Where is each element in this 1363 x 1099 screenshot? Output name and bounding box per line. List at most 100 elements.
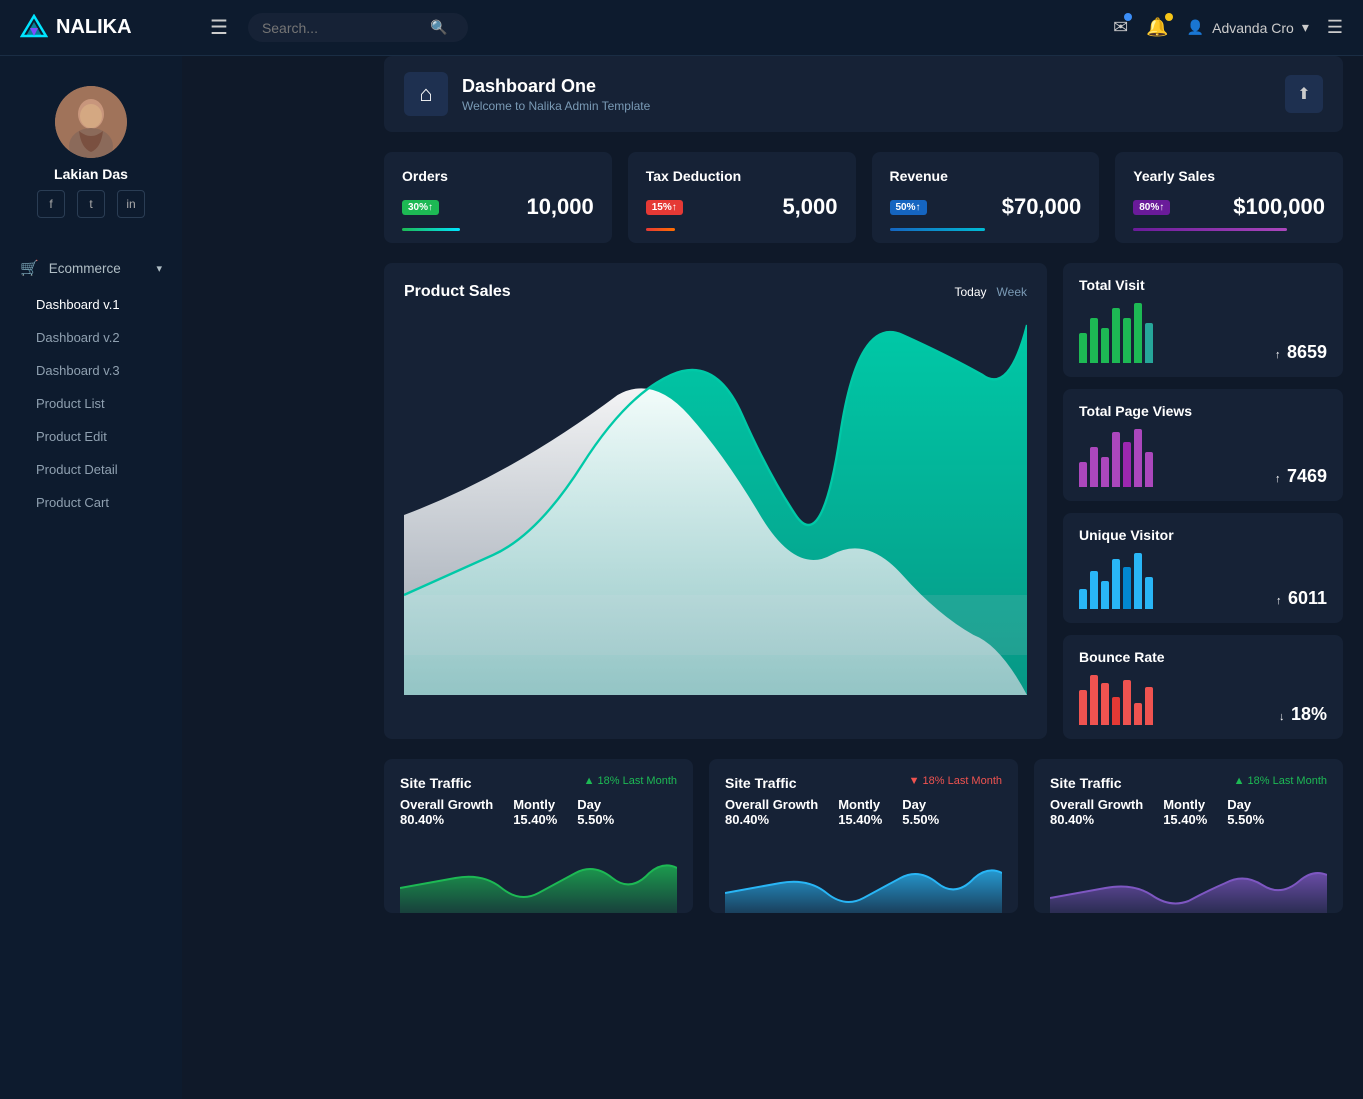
uv-bar-2 bbox=[1090, 571, 1098, 609]
page-views-value-box: ↑ 7469 bbox=[1275, 466, 1327, 487]
top-navigation: NALIKA ☰ 🔍 ✉ 🔔 👤 Advanda Cro ▾ ☰ bbox=[0, 0, 1363, 56]
chart-filters: Today Week bbox=[955, 285, 1028, 299]
page-header-left: ⌂ Dashboard One Welcome to Nalika Admin … bbox=[404, 72, 650, 116]
traffic-stat-overall-1: Overall Growth 80.40% bbox=[400, 797, 493, 827]
sidebar-item-product-edit[interactable]: Product Edit bbox=[0, 420, 182, 453]
total-visit-arrow: ↑ bbox=[1275, 349, 1281, 361]
chart-title: Product Sales bbox=[404, 283, 511, 301]
email-icon[interactable]: ✉ bbox=[1113, 17, 1128, 38]
facebook-icon[interactable]: f bbox=[37, 190, 65, 218]
stat-bar-tax bbox=[646, 228, 675, 231]
br-bar-7 bbox=[1145, 687, 1153, 725]
traffic-header-2: Site Traffic ▼ 18% Last Month bbox=[725, 775, 1002, 791]
page-views-bars bbox=[1079, 429, 1153, 487]
bounce-rate-value: 18% bbox=[1291, 704, 1327, 724]
br-bar-2 bbox=[1090, 675, 1098, 725]
sidebar-item-product-detail[interactable]: Product Detail bbox=[0, 453, 182, 486]
uv-bar-5 bbox=[1123, 567, 1131, 609]
notification-icon[interactable]: 🔔 bbox=[1146, 17, 1168, 38]
traffic-stat-monthly-2: Montly 15.40% bbox=[838, 797, 882, 827]
traffic-chart-3 bbox=[1050, 833, 1327, 913]
uv-bar-7 bbox=[1145, 577, 1153, 609]
bounce-rate-title: Bounce Rate bbox=[1079, 649, 1327, 665]
chart-area bbox=[404, 315, 1027, 695]
pv-bar-1 bbox=[1079, 462, 1087, 487]
sidebar-item-dashboard-v1[interactable]: Dashboard v.1 bbox=[0, 288, 182, 321]
pv-bar-4 bbox=[1112, 432, 1120, 487]
sidebar-item-dashboard-v3[interactable]: Dashboard v.3 bbox=[0, 354, 182, 387]
stat-value-tax: 5,000 bbox=[782, 194, 837, 220]
sidebar-item-product-cart[interactable]: Product Cart bbox=[0, 486, 182, 519]
traffic-title-3: Site Traffic bbox=[1050, 775, 1122, 791]
topnav-menu-icon[interactable]: ☰ bbox=[1327, 17, 1343, 38]
linkedin-icon[interactable]: in bbox=[117, 190, 145, 218]
unique-visitor-value: 6011 bbox=[1288, 588, 1327, 608]
traffic-header-1: Site Traffic ▲ 18% Last Month bbox=[400, 775, 677, 791]
pv-bar-3 bbox=[1101, 457, 1109, 487]
ecommerce-chevron: ▾ bbox=[156, 262, 162, 275]
traffic-badge-3: ▲ 18% Last Month bbox=[1234, 775, 1327, 787]
traffic-title-1: Site Traffic bbox=[400, 775, 472, 791]
page-views-title: Total Page Views bbox=[1079, 403, 1327, 419]
email-badge bbox=[1124, 13, 1132, 21]
product-sales-svg bbox=[404, 315, 1027, 695]
traffic-stats-2: Overall Growth 80.40% Montly 15.40% Day … bbox=[725, 797, 1002, 827]
page-subtitle: Welcome to Nalika Admin Template bbox=[462, 99, 650, 113]
stat-card-revenue: Revenue 50%↑ $70,000 bbox=[872, 152, 1100, 243]
logo-icon bbox=[20, 14, 48, 42]
avatar-svg bbox=[55, 86, 127, 158]
app-logo: NALIKA bbox=[20, 14, 200, 42]
pv-bar-5 bbox=[1123, 442, 1131, 487]
total-visit-bars bbox=[1079, 303, 1153, 363]
traffic-chart-1 bbox=[400, 833, 677, 913]
stat-value-yearly: $100,000 bbox=[1233, 194, 1325, 220]
stat-page-views: Total Page Views ↑ 7469 bbox=[1063, 389, 1343, 501]
br-bar-4 bbox=[1112, 697, 1120, 725]
bar-4 bbox=[1112, 308, 1120, 363]
traffic-stat-overall-3: Overall Growth 80.40% bbox=[1050, 797, 1143, 827]
twitter-icon[interactable]: t bbox=[77, 190, 105, 218]
uv-bar-3 bbox=[1101, 581, 1109, 609]
traffic-badge-2: ▼ 18% Last Month bbox=[909, 775, 1002, 787]
stats-row: Orders 30%↑ 10,000 Tax Deduction 15%↑ 5,… bbox=[384, 152, 1343, 243]
hamburger-button[interactable]: ☰ bbox=[210, 15, 228, 40]
bounce-rate-value-box: ↓ 18% bbox=[1279, 704, 1327, 725]
bar-5 bbox=[1123, 318, 1131, 363]
stat-badge-orders: 30%↑ bbox=[402, 200, 439, 215]
traffic-card-1: Site Traffic ▲ 18% Last Month Overall Gr… bbox=[384, 759, 693, 913]
traffic-stats-1: Overall Growth 80.40% Montly 15.40% Day … bbox=[400, 797, 677, 827]
social-icons: f t in bbox=[0, 190, 182, 218]
traffic-stat-monthly-1: Montly 15.40% bbox=[513, 797, 557, 827]
stat-badge-tax: 15%↑ bbox=[646, 200, 683, 215]
stat-label-yearly: Yearly Sales bbox=[1133, 168, 1325, 184]
page-title: Dashboard One bbox=[462, 76, 650, 97]
notification-badge bbox=[1165, 13, 1173, 21]
stat-label-tax: Tax Deduction bbox=[646, 168, 838, 184]
nav-item-ecommerce[interactable]: 🛒 Ecommerce ▾ bbox=[0, 248, 182, 288]
br-bar-5 bbox=[1123, 680, 1131, 725]
total-visit-value-box: ↑ 8659 bbox=[1275, 342, 1327, 363]
bar-7 bbox=[1145, 323, 1153, 363]
page-views-value: 7469 bbox=[1287, 466, 1327, 486]
chart-filter-week[interactable]: Week bbox=[997, 285, 1027, 299]
traffic-chart-2 bbox=[725, 833, 1002, 913]
download-button[interactable]: ⬆ bbox=[1285, 75, 1323, 113]
br-bar-3 bbox=[1101, 683, 1109, 725]
search-input[interactable] bbox=[262, 20, 422, 36]
sidebar-item-product-list[interactable]: Product List bbox=[0, 387, 182, 420]
bounce-rate-arrow: ↓ bbox=[1279, 711, 1285, 723]
br-bar-6 bbox=[1134, 703, 1142, 725]
page-header: ⌂ Dashboard One Welcome to Nalika Admin … bbox=[384, 56, 1343, 132]
pv-bar-6 bbox=[1134, 429, 1142, 487]
sidebar-item-dashboard-v2[interactable]: Dashboard v.2 bbox=[0, 321, 182, 354]
traffic-badge-1: ▲ 18% Last Month bbox=[584, 775, 677, 787]
chart-filter-today[interactable]: Today bbox=[955, 285, 987, 299]
stat-total-visit: Total Visit ↑ 8659 bbox=[1063, 263, 1343, 377]
user-menu[interactable]: 👤 Advanda Cro ▾ bbox=[1187, 19, 1309, 36]
bar-2 bbox=[1090, 318, 1098, 363]
avatar-image bbox=[55, 86, 127, 158]
stat-card-yearly: Yearly Sales 80%↑ $100,000 bbox=[1115, 152, 1343, 243]
user-chevron: ▾ bbox=[1302, 19, 1309, 36]
traffic-card-2: Site Traffic ▼ 18% Last Month Overall Gr… bbox=[709, 759, 1018, 913]
product-sales-chart: Product Sales Today Week bbox=[384, 263, 1047, 739]
